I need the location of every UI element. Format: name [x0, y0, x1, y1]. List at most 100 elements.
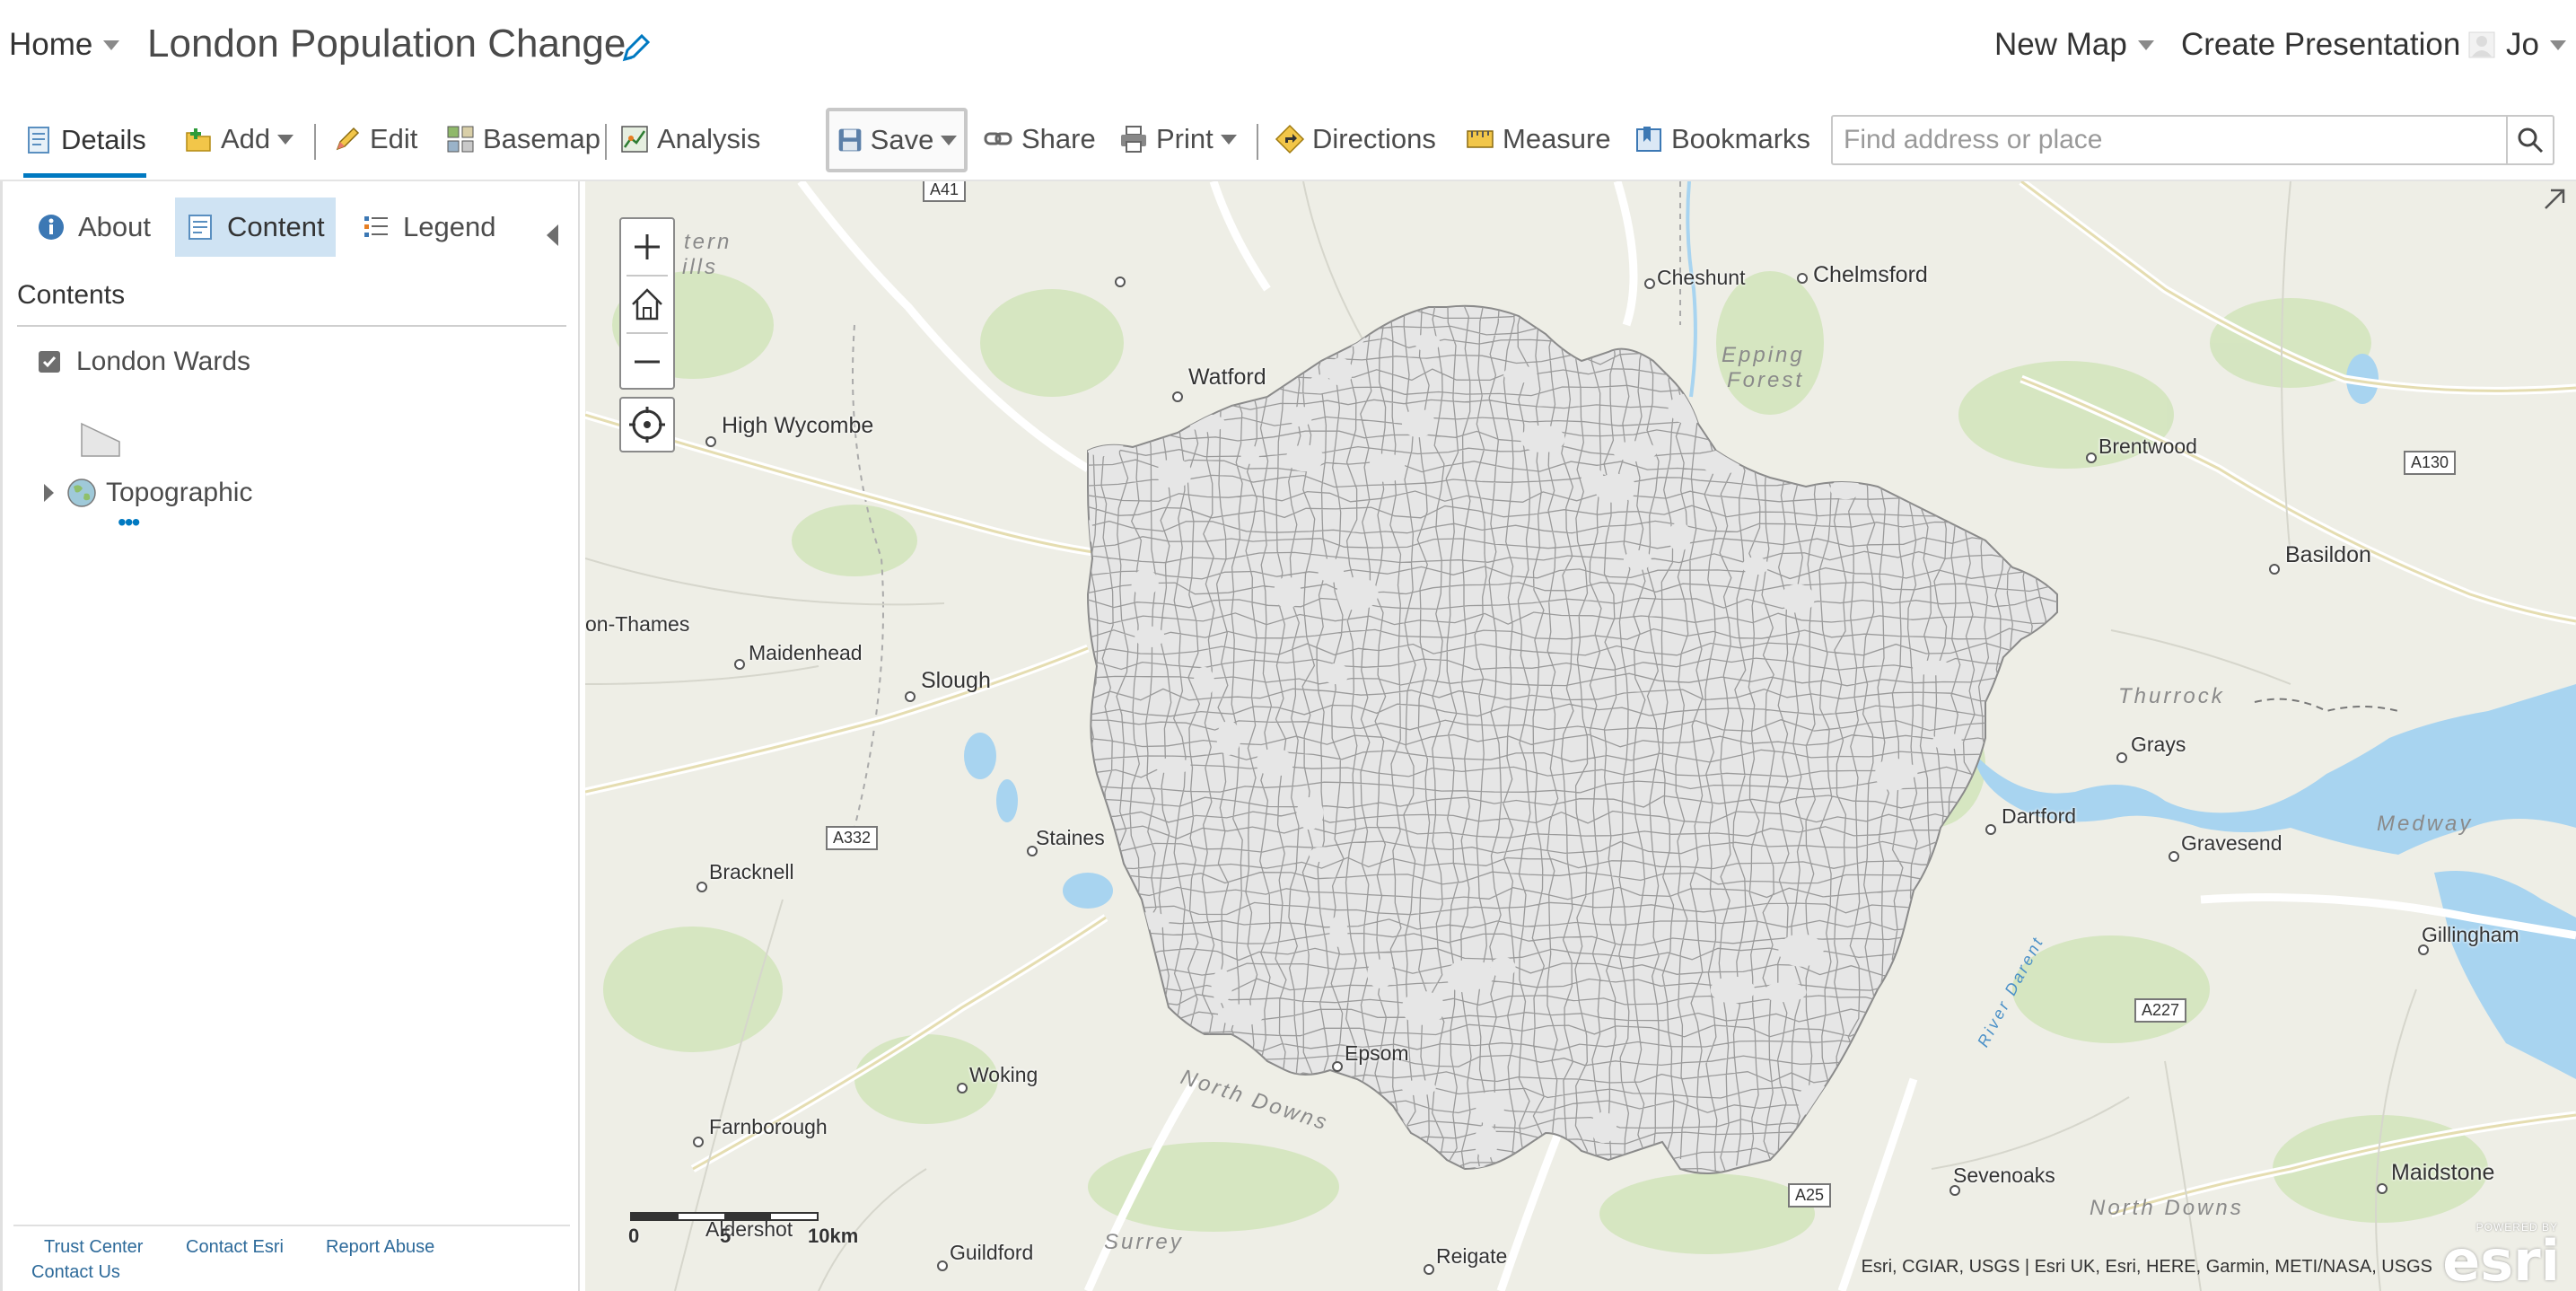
scale-label: 10km: [808, 1225, 859, 1247]
user-name: Jo: [2506, 27, 2539, 62]
road-shield: A41: [923, 181, 967, 202]
plus-icon: [635, 234, 660, 259]
place-dot: [937, 1260, 948, 1271]
expand-arrow-icon[interactable]: [44, 484, 54, 502]
place-dot: [2086, 452, 2097, 463]
pencil-icon[interactable]: [618, 31, 653, 66]
layer-visibility-checkbox[interactable]: [39, 351, 60, 373]
overview-toggle-icon[interactable]: [2542, 185, 2569, 212]
contents-heading: Contents: [17, 280, 126, 310]
place-dot: [2169, 851, 2179, 862]
place-dartford: Dartford: [2002, 804, 2077, 828]
directions-button[interactable]: Directions: [1275, 119, 1436, 160]
basemap-button[interactable]: Basemap: [445, 119, 600, 160]
place-gillingham: Gillingham: [2422, 923, 2519, 946]
place-watford: Watford: [1188, 364, 1266, 390]
zoom-in-button[interactable]: [621, 219, 673, 275]
collapse-panel-icon[interactable]: [547, 224, 558, 246]
floppy-disk-icon: [838, 128, 862, 152]
place-gravesend: Gravesend: [2181, 831, 2282, 855]
place-epsom: Epsom: [1345, 1041, 1409, 1065]
place-maidstone: Maidstone: [2391, 1160, 2495, 1185]
map-attribution[interactable]: Esri, CGIAR, USGS | Esri UK, Esri, HERE,…: [1862, 1257, 2432, 1278]
map-view[interactable]: Chelmsford Cheshunt Watford High Wycombe…: [585, 181, 2576, 1291]
layer-options-button[interactable]: •••: [118, 510, 140, 535]
esri-logo[interactable]: POWERED BY esri: [2442, 1221, 2563, 1291]
user-menu[interactable]: Jo: [2468, 27, 2566, 63]
layer-label: London Wards: [76, 347, 251, 376]
place-dot: [2116, 752, 2127, 763]
share-button[interactable]: Share: [984, 119, 1096, 160]
contact-esri-link[interactable]: Contact Esri: [186, 1237, 284, 1258]
edit-label: Edit: [370, 123, 418, 154]
trust-center-link[interactable]: Trust Center: [44, 1237, 143, 1258]
chevron-down-icon: [2549, 40, 2566, 50]
create-presentation-link[interactable]: Create Presentation: [2181, 27, 2460, 63]
tab-about[interactable]: About: [26, 198, 162, 257]
place-maidenhead: Maidenhead: [749, 641, 863, 664]
chevron-down-icon: [1220, 134, 1237, 145]
place-basildon: Basildon: [2285, 542, 2371, 567]
place-staines: Staines: [1036, 826, 1105, 849]
bookmark-icon: [1636, 127, 1661, 152]
region-label: Epping: [1722, 343, 1805, 367]
details-button[interactable]: Details: [23, 106, 146, 178]
print-label: Print: [1156, 123, 1214, 154]
place-dot: [957, 1083, 968, 1093]
search-icon: [2518, 127, 2544, 154]
layer-topographic[interactable]: Topographic: [44, 474, 252, 512]
region-label: Forest: [1727, 368, 1805, 392]
edit-button[interactable]: Edit: [332, 119, 417, 160]
divider: [13, 1225, 570, 1226]
layer-label: Topographic: [106, 478, 253, 507]
basemap-canvas: [585, 181, 2576, 1291]
search-box: [1831, 115, 2554, 165]
tab-content[interactable]: Content: [175, 198, 336, 257]
directions-label: Directions: [1312, 123, 1436, 154]
place-dot: [693, 1137, 704, 1147]
road-shield: A332: [826, 826, 879, 850]
info-icon: [39, 215, 64, 240]
save-button[interactable]: Save: [826, 108, 968, 172]
place-dot: [1424, 1264, 1434, 1275]
default-extent-button[interactable]: [621, 277, 673, 332]
place-guildford: Guildford: [950, 1241, 1034, 1264]
zoom-control: [619, 217, 675, 390]
bookmarks-button[interactable]: Bookmarks: [1634, 119, 1810, 160]
place-dot: [1644, 278, 1655, 289]
scale-bar: [630, 1212, 819, 1221]
home-menu[interactable]: Home: [9, 27, 120, 63]
add-button[interactable]: Add: [183, 119, 294, 160]
region-label: ills: [682, 255, 718, 279]
details-icon: [28, 126, 49, 154]
region-label: tern: [684, 230, 732, 254]
print-button[interactable]: Print: [1118, 119, 1237, 160]
measure-button[interactable]: Measure: [1465, 119, 1611, 160]
place-aldershot: Aldershot: [705, 1217, 793, 1241]
home-label: Home: [9, 27, 93, 62]
place-sevenoaks: Sevenoaks: [1953, 1164, 2055, 1187]
new-map-label: New Map: [1994, 27, 2127, 62]
details-panel: About Content Legend Contents London War…: [0, 181, 580, 1291]
add-label: Add: [221, 123, 271, 154]
divider: [17, 325, 566, 327]
road-shield: A227: [2134, 998, 2187, 1023]
layer-london-wards[interactable]: London Wards: [39, 343, 250, 381]
new-map-menu[interactable]: New Map: [1994, 27, 2154, 63]
contact-us-link[interactable]: Contact Us: [31, 1262, 120, 1283]
tab-legend[interactable]: Legend: [351, 198, 506, 257]
search-button[interactable]: [2506, 117, 2553, 163]
logo-text: esri: [2442, 1228, 2560, 1291]
analysis-button[interactable]: Analysis: [619, 119, 760, 160]
measure-label: Measure: [1503, 123, 1611, 154]
save-label: Save: [870, 124, 934, 155]
locate-button[interactable]: [619, 397, 675, 452]
measure-icon: [1467, 130, 1494, 148]
search-input[interactable]: [1833, 117, 2508, 163]
toolbar-divider: [314, 124, 316, 160]
road-shield: A25: [1788, 1183, 1832, 1208]
region-label: Surrey: [1104, 1230, 1184, 1254]
report-abuse-link[interactable]: Report Abuse: [326, 1237, 434, 1258]
zoom-out-button[interactable]: [621, 334, 673, 390]
place-dot: [1985, 824, 1996, 835]
